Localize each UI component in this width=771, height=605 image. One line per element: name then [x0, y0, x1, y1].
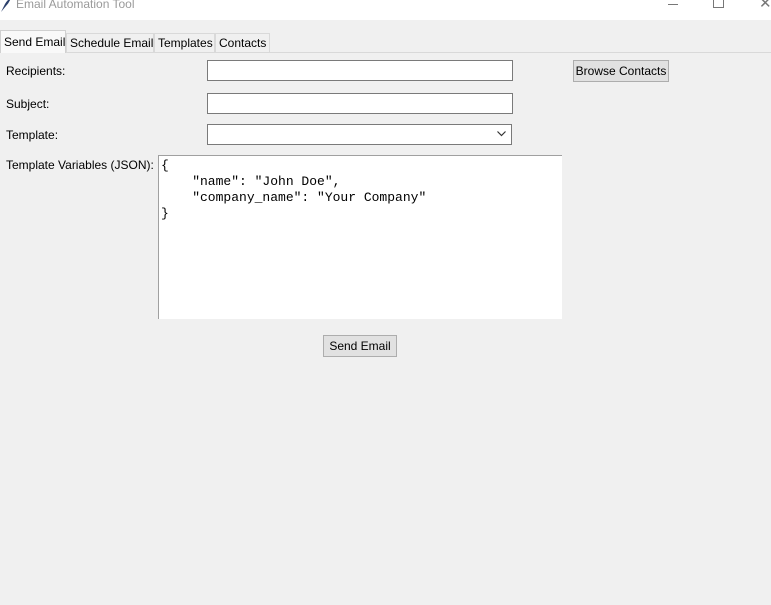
subject-input[interactable] — [207, 93, 513, 114]
close-button[interactable]: ✕ — [741, 0, 771, 20]
recipients-input[interactable] — [207, 60, 513, 81]
template-label: Template: — [6, 128, 59, 142]
tab-templates[interactable]: Templates — [154, 33, 215, 52]
feather-icon — [1, 0, 11, 12]
minimize-button[interactable] — [650, 0, 696, 20]
title-bar: Email Automation Tool ✕ — [0, 0, 771, 20]
template-variables-label: Template Variables (JSON): — [6, 158, 154, 172]
template-variables-textarea[interactable]: { "name": "John Doe", "company_name": "Y… — [158, 155, 562, 319]
subject-label: Subject: — [6, 97, 50, 111]
tab-schedule-email[interactable]: Schedule Email — [66, 33, 154, 52]
minimize-icon — [668, 4, 678, 5]
close-icon: ✕ — [759, 0, 771, 12]
template-select[interactable] — [207, 124, 512, 145]
chevron-down-icon[interactable] — [496, 128, 507, 139]
tab-contacts[interactable]: Contacts — [215, 33, 270, 52]
window-title: Email Automation Tool — [16, 0, 135, 11]
maximize-icon — [713, 0, 724, 8]
recipients-label: Recipients: — [6, 64, 66, 78]
browse-contacts-button[interactable]: Browse Contacts — [573, 60, 669, 82]
tab-send-email[interactable]: Send Email — [0, 30, 66, 53]
maximize-button[interactable] — [695, 0, 741, 20]
send-email-button[interactable]: Send Email — [323, 335, 397, 357]
